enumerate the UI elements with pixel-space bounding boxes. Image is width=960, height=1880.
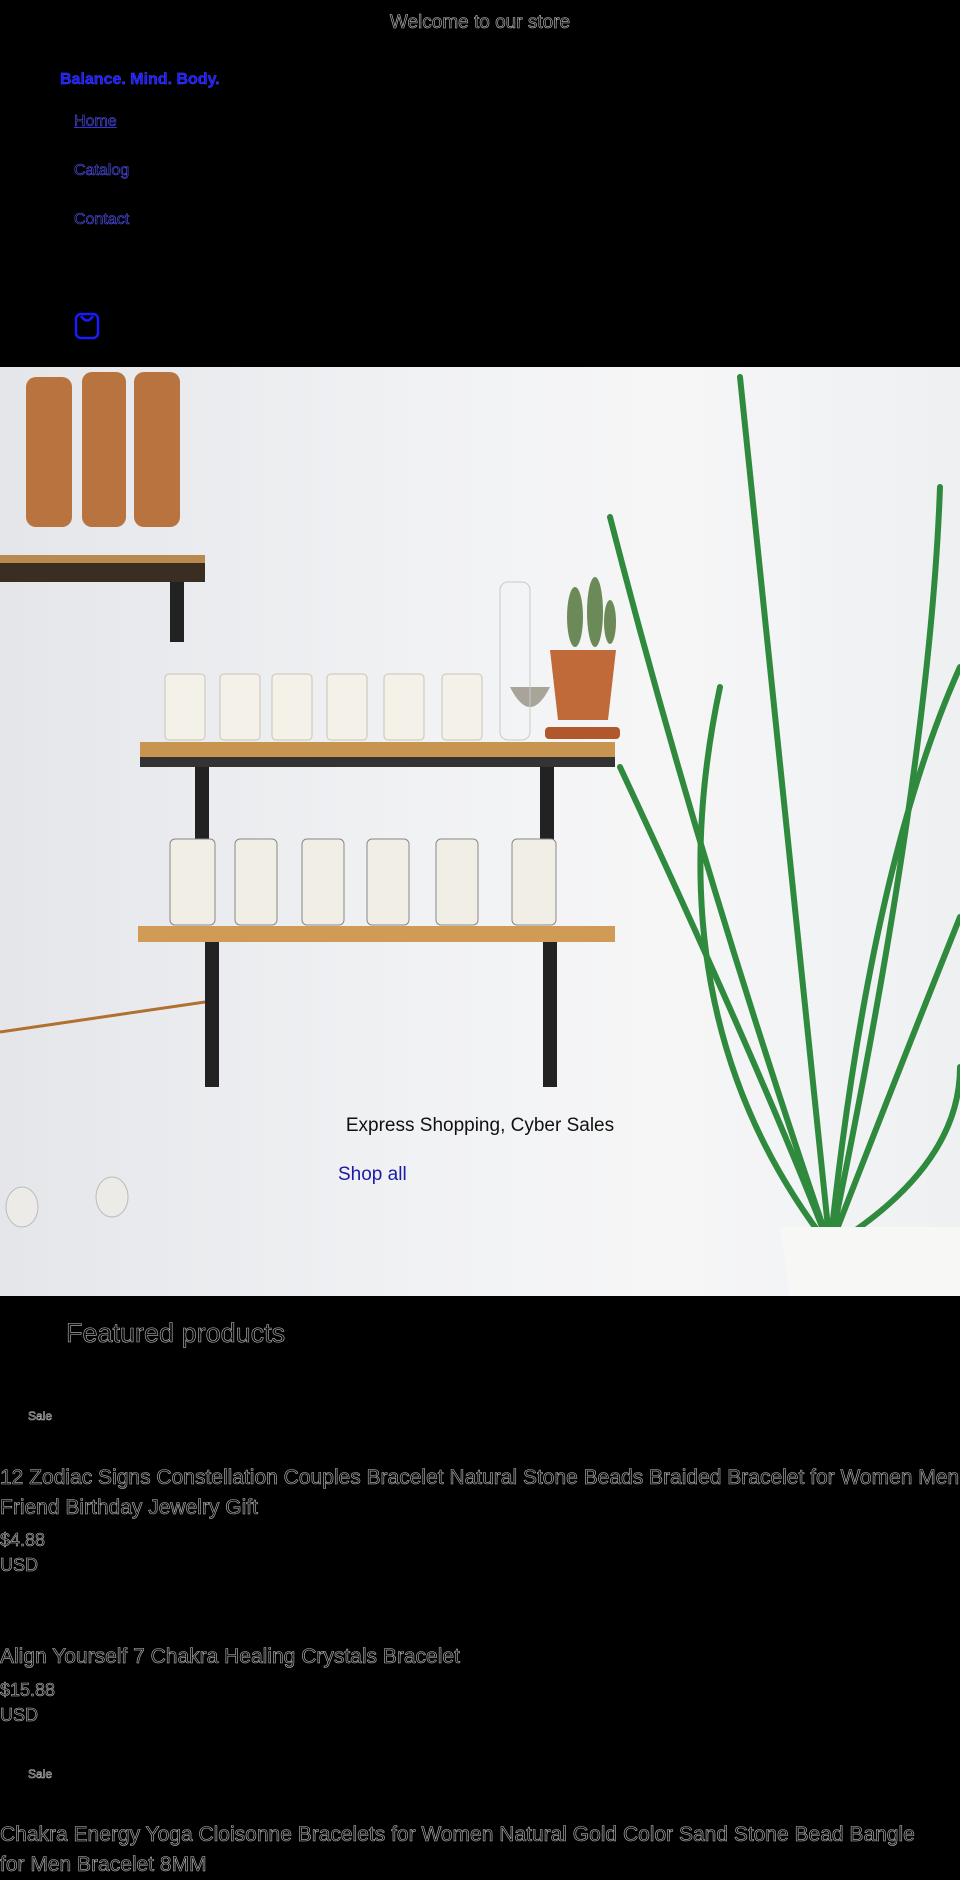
store-logo[interactable]: Balance. Mind. Body.	[60, 71, 220, 89]
product-price: $4.88	[0, 1530, 46, 1551]
product-title[interactable]: 12 Zodiac Signs Constellation Couples Br…	[0, 1463, 960, 1523]
hero-banner: Express Shopping, Cyber Sales Shop all	[0, 367, 960, 1296]
sale-badge: Sale	[28, 1409, 53, 1424]
product-currency: USD	[0, 1555, 39, 1576]
hero-heading: Express Shopping, Cyber Sales	[345, 1115, 615, 1136]
product-currency: USD	[0, 1705, 39, 1726]
product-title[interactable]: Align Yourself 7 Chakra Healing Crystals…	[0, 1642, 960, 1672]
section-title: Featured products	[66, 1318, 286, 1349]
nav-catalog[interactable]: Catalog	[74, 162, 130, 180]
cart-bag-icon[interactable]	[74, 312, 100, 340]
nav-contact[interactable]: Contact	[74, 211, 130, 229]
sale-badge: Sale	[28, 1767, 53, 1782]
announcement-bar: Welcome to our store	[389, 12, 571, 34]
nav-home[interactable]: Home	[74, 113, 117, 131]
shop-all-link[interactable]: Shop all	[338, 1164, 407, 1186]
product-price: $15.88	[0, 1680, 56, 1701]
hero-image	[0, 372, 960, 1296]
product-title[interactable]: Chakra Energy Yoga Cloisonne Bracelets f…	[0, 1820, 920, 1880]
